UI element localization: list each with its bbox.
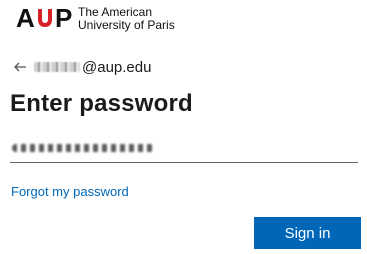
logo-red-u-icon (38, 9, 52, 27)
left-arrow-icon[interactable] (12, 59, 28, 75)
email-domain: @aup.edu (82, 58, 152, 76)
page-title: Enter password (10, 90, 193, 117)
account-identity: @aup.edu (12, 58, 151, 76)
masked-username (34, 62, 80, 72)
sign-in-button[interactable]: Sign in (254, 217, 361, 249)
logo-line-2: University of Paris (78, 18, 175, 32)
password-field[interactable] (10, 136, 358, 163)
logo-letter-a: A (16, 3, 35, 33)
forgot-password-link[interactable]: Forgot my password (11, 184, 129, 199)
logo-text: The American University of Paris (78, 6, 175, 32)
university-logo: A P The American University of Paris (16, 3, 175, 33)
masked-password (12, 144, 154, 152)
logo-mark: A P (16, 3, 72, 33)
logo-letter-p: P (55, 3, 72, 33)
